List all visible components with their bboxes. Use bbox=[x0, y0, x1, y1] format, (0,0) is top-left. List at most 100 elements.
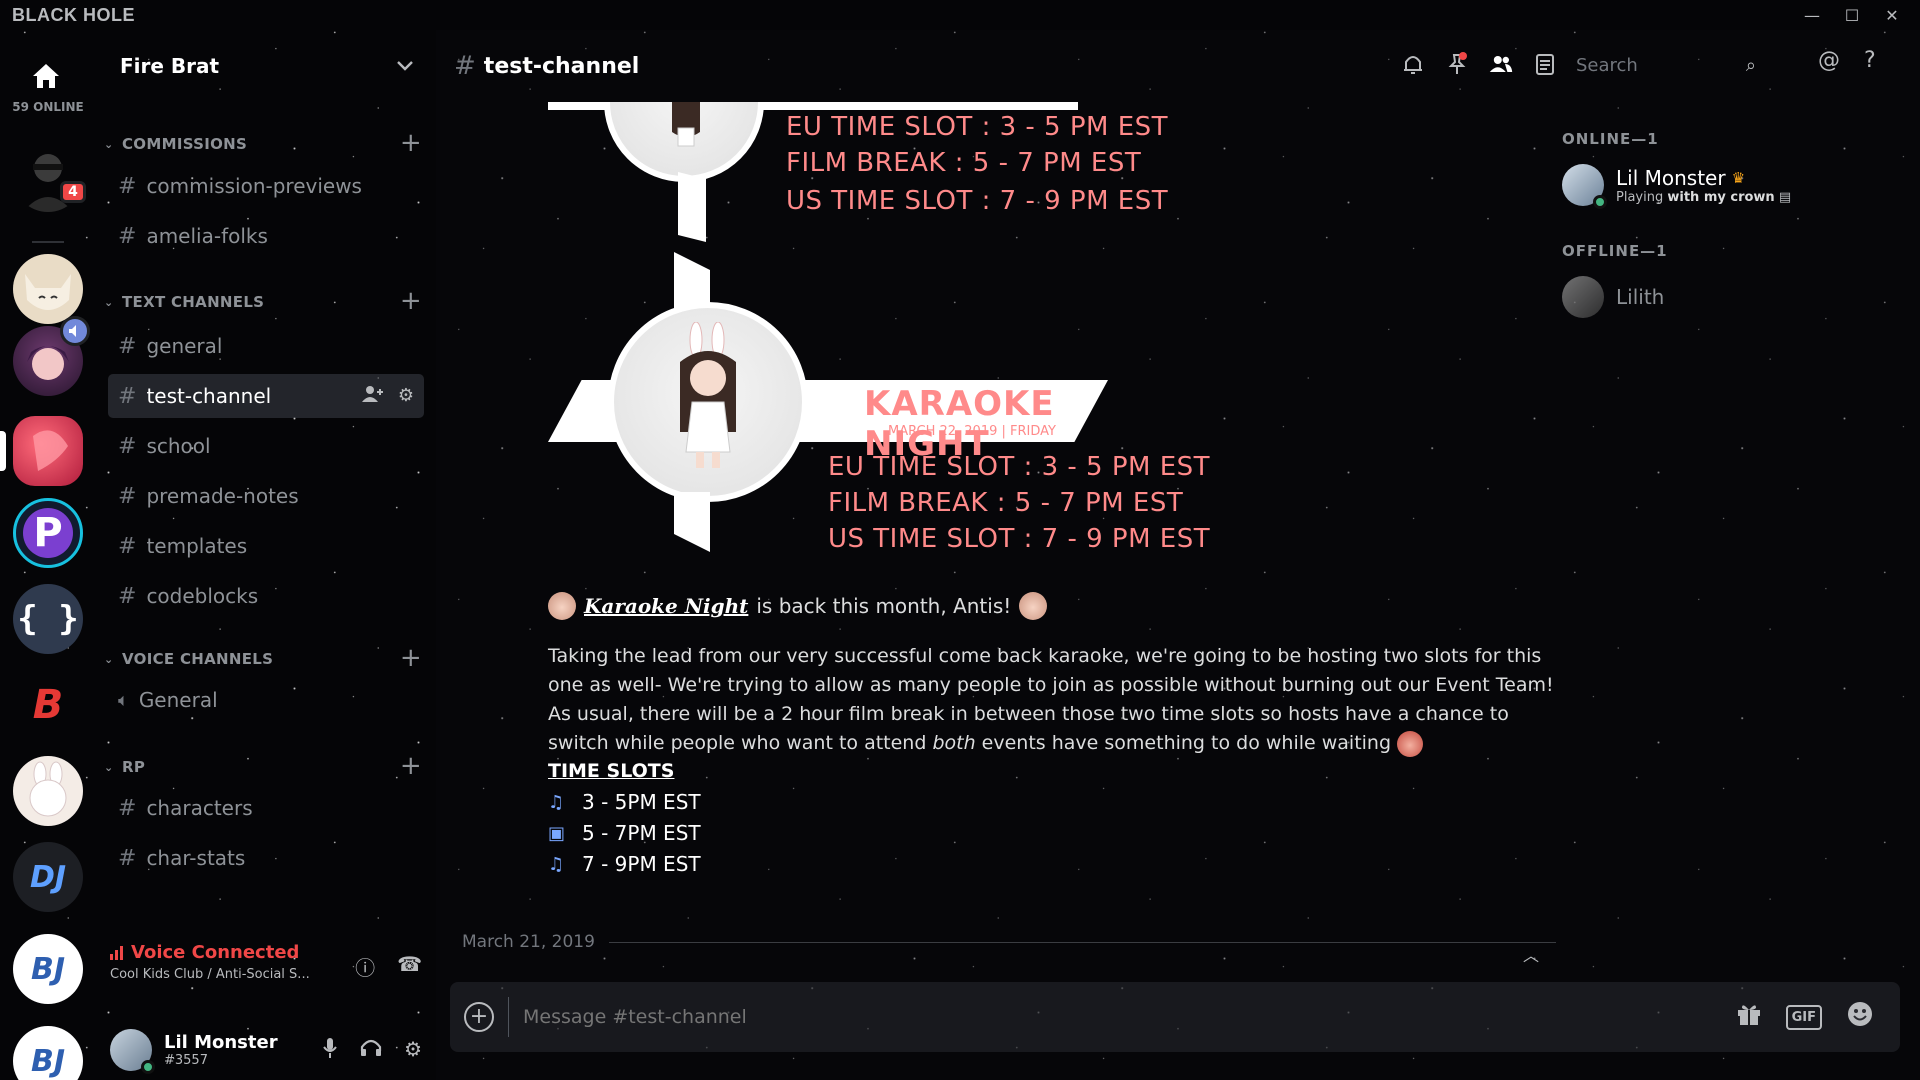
search-input[interactable]: Search ⌕ bbox=[1566, 48, 1766, 82]
add-channel-icon[interactable]: + bbox=[400, 645, 422, 671]
banner-main-film: FILM BREAK : 5 - 7 PM EST bbox=[828, 488, 1184, 518]
server-p[interactable]: P bbox=[13, 498, 83, 568]
server-bj-2[interactable]: BJ bbox=[13, 1026, 83, 1080]
user-meta: Lil Monster #3557 bbox=[164, 1032, 278, 1068]
voice-actions: ⓘ ☎ bbox=[355, 952, 422, 981]
channel-characters[interactable]: # characters bbox=[108, 786, 424, 830]
event-banner-top[interactable]: EU TIME SLOT : 3 - 5 PM EST FILM BREAK :… bbox=[548, 102, 1168, 242]
p-logo-icon: P bbox=[23, 508, 73, 558]
member-list: ONLINE—1 Lil Monster ♛ Playing with my c… bbox=[1562, 130, 1902, 326]
headphones-icon[interactable] bbox=[360, 1037, 382, 1064]
gif-button[interactable]: GIF bbox=[1785, 1004, 1822, 1030]
voice-channel-general[interactable]: 🔈︎ General bbox=[108, 678, 424, 722]
bunny-icon bbox=[29, 761, 67, 817]
microphone-icon[interactable] bbox=[322, 1037, 338, 1064]
speaker-icon bbox=[69, 325, 76, 337]
member-info: Lilith bbox=[1616, 285, 1664, 309]
disconnect-icon[interactable]: ☎ bbox=[397, 952, 422, 981]
composer-separator bbox=[508, 997, 509, 1037]
channel-title: test-channel bbox=[483, 53, 640, 79]
invite-icon[interactable] bbox=[361, 385, 384, 408]
braces-icon: { } bbox=[17, 599, 79, 639]
message-body-part2: events have something to do while waitin… bbox=[975, 732, 1392, 754]
chevron-down-icon bbox=[397, 61, 413, 71]
channel-general[interactable]: # general bbox=[108, 324, 424, 368]
server-bj[interactable]: BJ bbox=[13, 934, 83, 1004]
bj2-logo-icon: BJ bbox=[30, 1043, 66, 1079]
message-input[interactable] bbox=[523, 1006, 1736, 1028]
online-count: 59 ONLINE bbox=[12, 100, 84, 114]
add-channel-icon[interactable]: + bbox=[400, 288, 422, 314]
mentions-icon[interactable]: @ bbox=[1818, 48, 1840, 73]
minimize-button[interactable]: — bbox=[1792, 0, 1832, 30]
notes-icon[interactable] bbox=[1533, 50, 1557, 78]
user-settings-icon[interactable]: ⚙ bbox=[404, 1037, 422, 1064]
channel-label: school bbox=[146, 434, 211, 458]
server-codeblocks[interactable]: { } bbox=[13, 584, 83, 654]
channel-test-channel[interactable]: # test-channel ⚙ bbox=[108, 374, 424, 418]
hash-icon: # bbox=[118, 433, 137, 459]
member-list-icon[interactable] bbox=[1489, 50, 1513, 78]
server-dj[interactable]: DJ bbox=[13, 842, 83, 912]
chevron-up-icon[interactable]: ︿ bbox=[1523, 942, 1539, 966]
pin-icon[interactable] bbox=[1445, 50, 1469, 78]
member-activity: Playing with my crown ▤ bbox=[1616, 190, 1791, 205]
add-channel-icon[interactable]: + bbox=[400, 753, 422, 779]
server-b[interactable]: B bbox=[13, 670, 83, 740]
category-arrow-icon: ⌄ bbox=[104, 137, 114, 151]
app-title: BLACK HOLE bbox=[12, 4, 135, 25]
channel-label: char-stats bbox=[146, 846, 246, 870]
guild-header[interactable]: Fire Brat bbox=[96, 30, 436, 102]
category-rp[interactable]: ⌄ RP + bbox=[96, 753, 436, 780]
banner-main-us: US TIME SLOT : 7 - 9 PM EST bbox=[828, 524, 1211, 554]
category-voice-channels[interactable]: ⌄ VOICE CHANNELS + bbox=[96, 645, 436, 672]
home-button[interactable] bbox=[18, 48, 74, 104]
voice-server-label: Cool Kids Club / Anti-Social S... bbox=[110, 967, 310, 982]
channel-templates[interactable]: # templates bbox=[108, 524, 424, 568]
close-button[interactable]: ✕ bbox=[1872, 0, 1912, 30]
message-body-emphasis: both bbox=[932, 732, 976, 754]
karaoke-night-link[interactable]: Karaoke Night bbox=[584, 594, 748, 618]
guild-name: Fire Brat bbox=[120, 54, 220, 78]
channel-char-stats[interactable]: # char-stats bbox=[108, 836, 424, 880]
add-channel-icon[interactable]: + bbox=[400, 130, 422, 156]
hash-icon: # bbox=[118, 533, 137, 559]
server-red-art[interactable] bbox=[13, 416, 83, 486]
connection-info-icon[interactable]: ⓘ bbox=[355, 952, 375, 981]
emoji-icon[interactable] bbox=[1846, 1000, 1874, 1034]
message-headline: Karaoke Night is back this month, Antis! bbox=[548, 592, 1048, 620]
member-item[interactable]: Lilith bbox=[1562, 268, 1902, 326]
channel-commission-previews[interactable]: # commission-previews bbox=[108, 164, 424, 208]
bj-logo-icon: BJ bbox=[30, 951, 66, 987]
settings-gear-icon[interactable]: ⚙ bbox=[398, 385, 414, 408]
window-titlebar: BLACK HOLE — ☐ ✕ bbox=[0, 0, 1920, 30]
category-text-channels[interactable]: ⌄ TEXT CHANNELS + bbox=[96, 288, 436, 315]
channel-amelia-folks[interactable]: # amelia-folks bbox=[108, 214, 424, 258]
hash-icon: # bbox=[118, 333, 137, 359]
hash-icon: # bbox=[118, 583, 137, 609]
chibi-bunny-girl-icon bbox=[680, 322, 736, 468]
channel-codeblocks[interactable]: # codeblocks bbox=[108, 574, 424, 618]
speaker-icon: 🔈︎ bbox=[118, 689, 129, 711]
help-icon[interactable]: ? bbox=[1864, 48, 1876, 73]
server-cat[interactable] bbox=[13, 254, 83, 324]
event-banner-karaoke[interactable]: KARAOKE NIGHT MARCH 22, 2019 | FRIDAY EU… bbox=[548, 252, 1210, 562]
channel-label: General bbox=[138, 688, 218, 712]
user-avatar[interactable] bbox=[110, 1029, 155, 1074]
member-info: Lil Monster ♛ Playing with my crown ▤ bbox=[1616, 166, 1791, 205]
channel-actions: ⚙ bbox=[361, 385, 414, 408]
category-commissions[interactable]: ⌄ COMMISSIONS + bbox=[96, 130, 436, 157]
banner-top-film: FILM BREAK : 5 - 7 PM EST bbox=[786, 148, 1142, 178]
music-notes-icon: ♫ bbox=[548, 791, 565, 813]
upload-plus-icon[interactable]: + bbox=[464, 1002, 494, 1032]
hash-icon: # bbox=[118, 223, 137, 249]
member-item[interactable]: Lil Monster ♛ Playing with my crown ▤ bbox=[1562, 156, 1902, 214]
channel-school[interactable]: # school bbox=[108, 424, 424, 468]
search-icon: ⌕ bbox=[1745, 54, 1756, 76]
hash-icon: # bbox=[118, 383, 137, 409]
maximize-button[interactable]: ☐ bbox=[1832, 0, 1872, 30]
server-bunny[interactable] bbox=[13, 756, 83, 826]
gift-icon[interactable] bbox=[1736, 1002, 1762, 1032]
channel-premade-notes[interactable]: # premade-notes bbox=[108, 474, 424, 518]
bell-icon[interactable] bbox=[1401, 50, 1425, 78]
